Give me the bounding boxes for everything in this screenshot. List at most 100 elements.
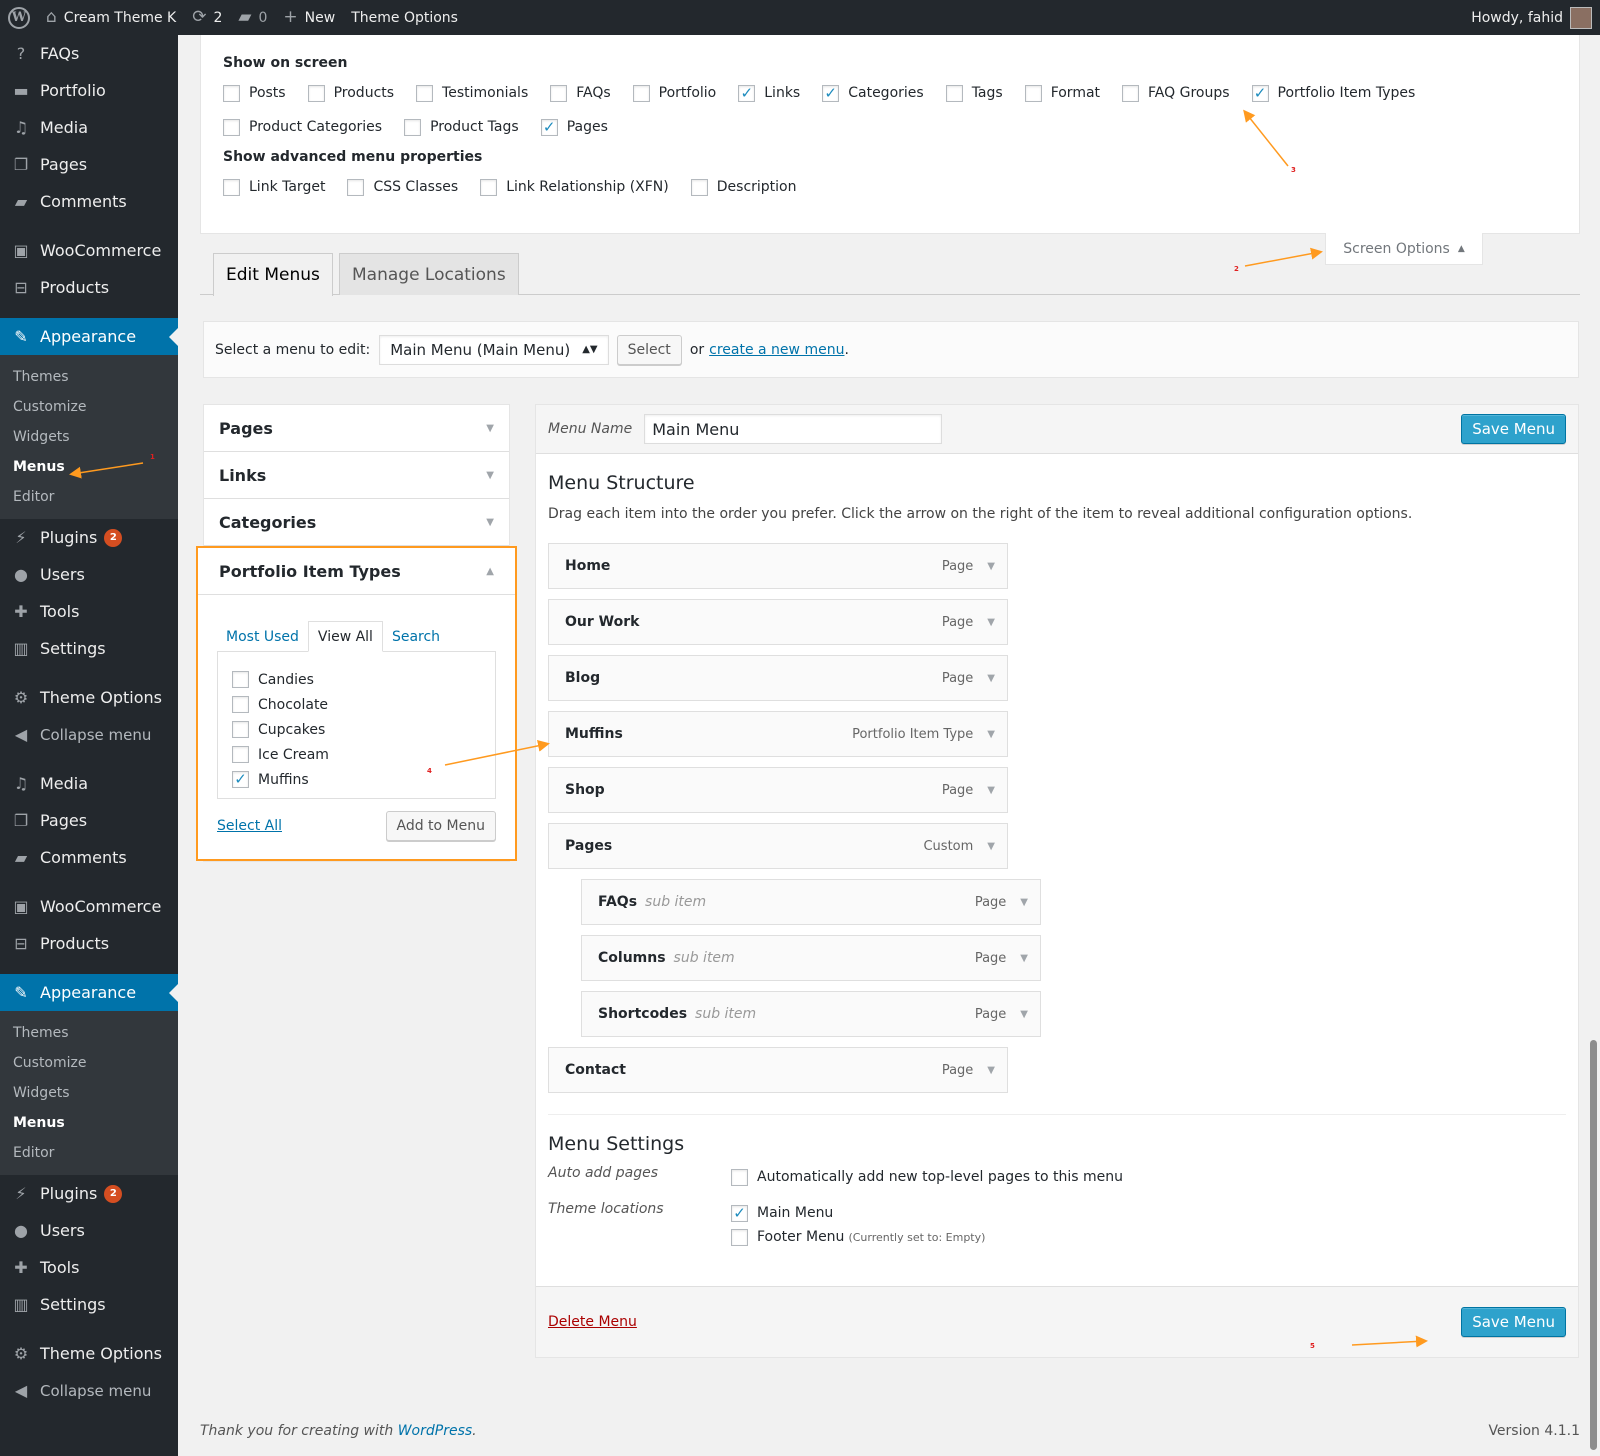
sidebar-item-products-2[interactable]: ⊟ Products — [0, 925, 178, 962]
chevron-down-icon[interactable]: ▼ — [987, 729, 995, 740]
checkbox[interactable] — [232, 696, 249, 713]
save-menu-button-bottom[interactable]: Save Menu — [1461, 1307, 1566, 1337]
sidebar-item-settings-2[interactable]: ▥ Settings — [0, 1286, 178, 1323]
tab-search[interactable]: Search — [383, 621, 449, 652]
create-new-menu-link[interactable]: create a new menu — [709, 342, 844, 358]
checkbox[interactable]: ✓ — [822, 84, 840, 102]
checkbox[interactable] — [223, 84, 240, 102]
sidebar-item-users-2[interactable]: ● Users — [0, 1212, 178, 1249]
my-account-link[interactable]: Howdy, fahid — [1471, 6, 1600, 29]
sidebar-item-media-2[interactable]: ♫ Media — [0, 765, 178, 802]
sidebar-item-comments[interactable]: ▰ Comments — [0, 183, 178, 220]
chevron-down-icon[interactable]: ▼ — [987, 673, 995, 684]
screen-option-css-classes[interactable]: CSS Classes — [347, 177, 458, 197]
submenu-editor[interactable]: Editor — [0, 482, 178, 512]
site-name-link[interactable]: ⌂ Cream Theme K — [38, 0, 184, 35]
auto-add-checkbox[interactable] — [731, 1168, 748, 1186]
auto-add-option[interactable]: Automatically add new top-level pages to… — [731, 1165, 1123, 1189]
screen-option-link-target[interactable]: Link Target — [223, 177, 325, 197]
chevron-down-icon[interactable]: ▼ — [987, 561, 995, 572]
menu-item-blog[interactable]: Blog Page ▼ — [548, 655, 1008, 701]
sidebar-item-users[interactable]: ● Users — [0, 556, 178, 593]
portfolio-item-types-toggle[interactable]: Portfolio Item Types ▲ — [198, 548, 515, 595]
chevron-down-icon[interactable]: ▼ — [987, 785, 995, 796]
chevron-down-icon[interactable]: ▼ — [987, 617, 995, 628]
menu-select-dropdown[interactable]: Main Menu (Main Menu) ▲▼ — [379, 334, 609, 365]
chevron-down-icon[interactable]: ▼ — [1020, 897, 1028, 908]
save-menu-button-top[interactable]: Save Menu — [1461, 414, 1566, 444]
accordion-section-links[interactable]: Links ▼ — [204, 452, 509, 499]
screen-option-pages[interactable]: ✓ Pages — [540, 117, 608, 137]
comments-link[interactable]: ▰ 0 — [230, 0, 275, 35]
menu-item-faqs[interactable]: FAQs sub item Page ▼ — [581, 879, 1041, 925]
wordpress-logo-button[interactable]: W — [0, 0, 38, 35]
menu-item-columns[interactable]: Columns sub item Page ▼ — [581, 935, 1041, 981]
sidebar-item-media[interactable]: ♫ Media — [0, 109, 178, 146]
screen-option-faq-groups[interactable]: FAQ Groups — [1122, 83, 1230, 103]
menu-item-muffins[interactable]: Muffins Portfolio Item Type ▼ — [548, 711, 1008, 757]
menu-item-our-work[interactable]: Our Work Page ▼ — [548, 599, 1008, 645]
sidebar-item-appearance[interactable]: ✎ Appearance — [0, 318, 178, 355]
menu-item-pages[interactable]: Pages Custom ▼ — [548, 823, 1008, 869]
checkbox[interactable] — [223, 118, 240, 136]
tab-view-all[interactable]: View All — [307, 621, 383, 652]
menu-item-shop[interactable]: Shop Page ▼ — [548, 767, 1008, 813]
scrollbar[interactable] — [1590, 1040, 1597, 1450]
screen-option-product-tags[interactable]: Product Tags — [404, 117, 519, 137]
sidebar-item-settings[interactable]: ▥ Settings — [0, 630, 178, 667]
portfolio-item-muffins[interactable]: ✓ Muffins — [232, 767, 481, 792]
new-content-link[interactable]: + New — [275, 0, 343, 35]
sidebar-item-tools-2[interactable]: ✚ Tools — [0, 1249, 178, 1286]
screen-option-product-categories[interactable]: Product Categories — [223, 117, 382, 137]
screen-option-format[interactable]: Format — [1024, 83, 1100, 103]
portfolio-item-cupcakes[interactable]: Cupcakes — [232, 717, 481, 742]
collapse-menu-button[interactable]: ◀ Collapse menu — [0, 716, 178, 753]
submenu-themes-2[interactable]: Themes — [0, 1018, 178, 1048]
sidebar-item-faqs[interactable]: ? FAQs — [0, 35, 178, 72]
chevron-down-icon[interactable]: ▼ — [1020, 953, 1028, 964]
screen-option-categories[interactable]: ✓ Categories — [822, 83, 924, 103]
submenu-themes[interactable]: Themes — [0, 362, 178, 392]
add-to-menu-button[interactable]: Add to Menu — [385, 811, 496, 841]
collapse-menu-button-2[interactable]: ◀ Collapse menu — [0, 1372, 178, 1409]
sidebar-item-theme-options[interactable]: ⚙ Theme Options — [0, 679, 178, 716]
location-main-checkbox[interactable]: ✓ — [731, 1204, 748, 1222]
checkbox[interactable] — [416, 84, 434, 102]
theme-options-link[interactable]: Theme Options — [343, 0, 466, 35]
screen-option-link-relationship-xfn[interactable]: Link Relationship (XFN) — [480, 177, 669, 197]
chevron-down-icon[interactable]: ▼ — [1020, 1009, 1028, 1020]
submenu-menus-2[interactable]: Menus — [0, 1108, 178, 1138]
tab-edit-menus[interactable]: Edit Menus — [213, 253, 333, 296]
screen-option-faqs[interactable]: FAQs — [550, 83, 611, 103]
accordion-section-categories[interactable]: Categories ▼ — [204, 499, 509, 546]
sidebar-item-plugins[interactable]: ⚡ Plugins 2 — [0, 519, 178, 556]
sidebar-item-comments-2[interactable]: ▰ Comments — [0, 839, 178, 876]
portfolio-item-ice-cream[interactable]: Ice Cream — [232, 742, 481, 767]
location-main-option[interactable]: ✓ Main Menu — [731, 1201, 985, 1225]
delete-menu-link[interactable]: Delete Menu — [548, 1314, 637, 1330]
checkbox[interactable]: ✓ — [738, 84, 756, 102]
menu-name-input[interactable]: Main Menu — [644, 414, 943, 444]
checkbox[interactable] — [632, 84, 650, 102]
sidebar-item-woocommerce-2[interactable]: ▣ WooCommerce — [0, 888, 178, 925]
sidebar-item-tools[interactable]: ✚ Tools — [0, 593, 178, 630]
location-footer-option[interactable]: Footer Menu (Currently set to: Empty) — [731, 1225, 985, 1249]
portfolio-item-candies[interactable]: Candies — [232, 667, 481, 692]
submenu-widgets-2[interactable]: Widgets — [0, 1078, 178, 1108]
screen-option-portfolio[interactable]: Portfolio — [632, 83, 716, 103]
location-footer-checkbox[interactable] — [731, 1228, 748, 1246]
sidebar-item-products[interactable]: ⊟ Products — [0, 269, 178, 306]
sidebar-item-plugins-2[interactable]: ⚡ Plugins 2 — [0, 1175, 178, 1212]
checkbox[interactable] — [232, 746, 249, 763]
checkbox[interactable] — [404, 118, 422, 136]
sidebar-item-portfolio[interactable]: ▬ Portfolio — [0, 72, 178, 109]
portfolio-item-chocolate[interactable]: Chocolate — [232, 692, 481, 717]
checkbox[interactable] — [307, 84, 325, 102]
select-button[interactable]: Select — [616, 334, 682, 365]
submenu-editor-2[interactable]: Editor — [0, 1138, 178, 1168]
checkbox[interactable]: ✓ — [540, 118, 558, 136]
sidebar-item-pages-2[interactable]: ❐ Pages — [0, 802, 178, 839]
submenu-widgets[interactable]: Widgets — [0, 422, 178, 452]
screen-option-description[interactable]: Description — [690, 177, 796, 197]
wordpress-link[interactable]: WordPress — [398, 1423, 472, 1439]
